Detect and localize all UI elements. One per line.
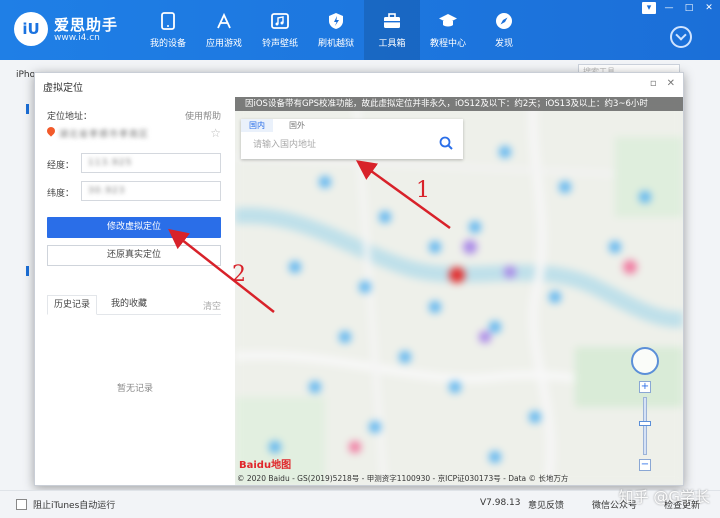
annotation-number-1: 1 [416,178,430,203]
annotation-number-2: 2 [232,262,246,287]
watermark: 知乎 @G学长 [618,488,710,506]
arrow-2 [168,228,275,313]
arrow-1 [355,160,451,230]
annotation-arrows [168,160,451,313]
